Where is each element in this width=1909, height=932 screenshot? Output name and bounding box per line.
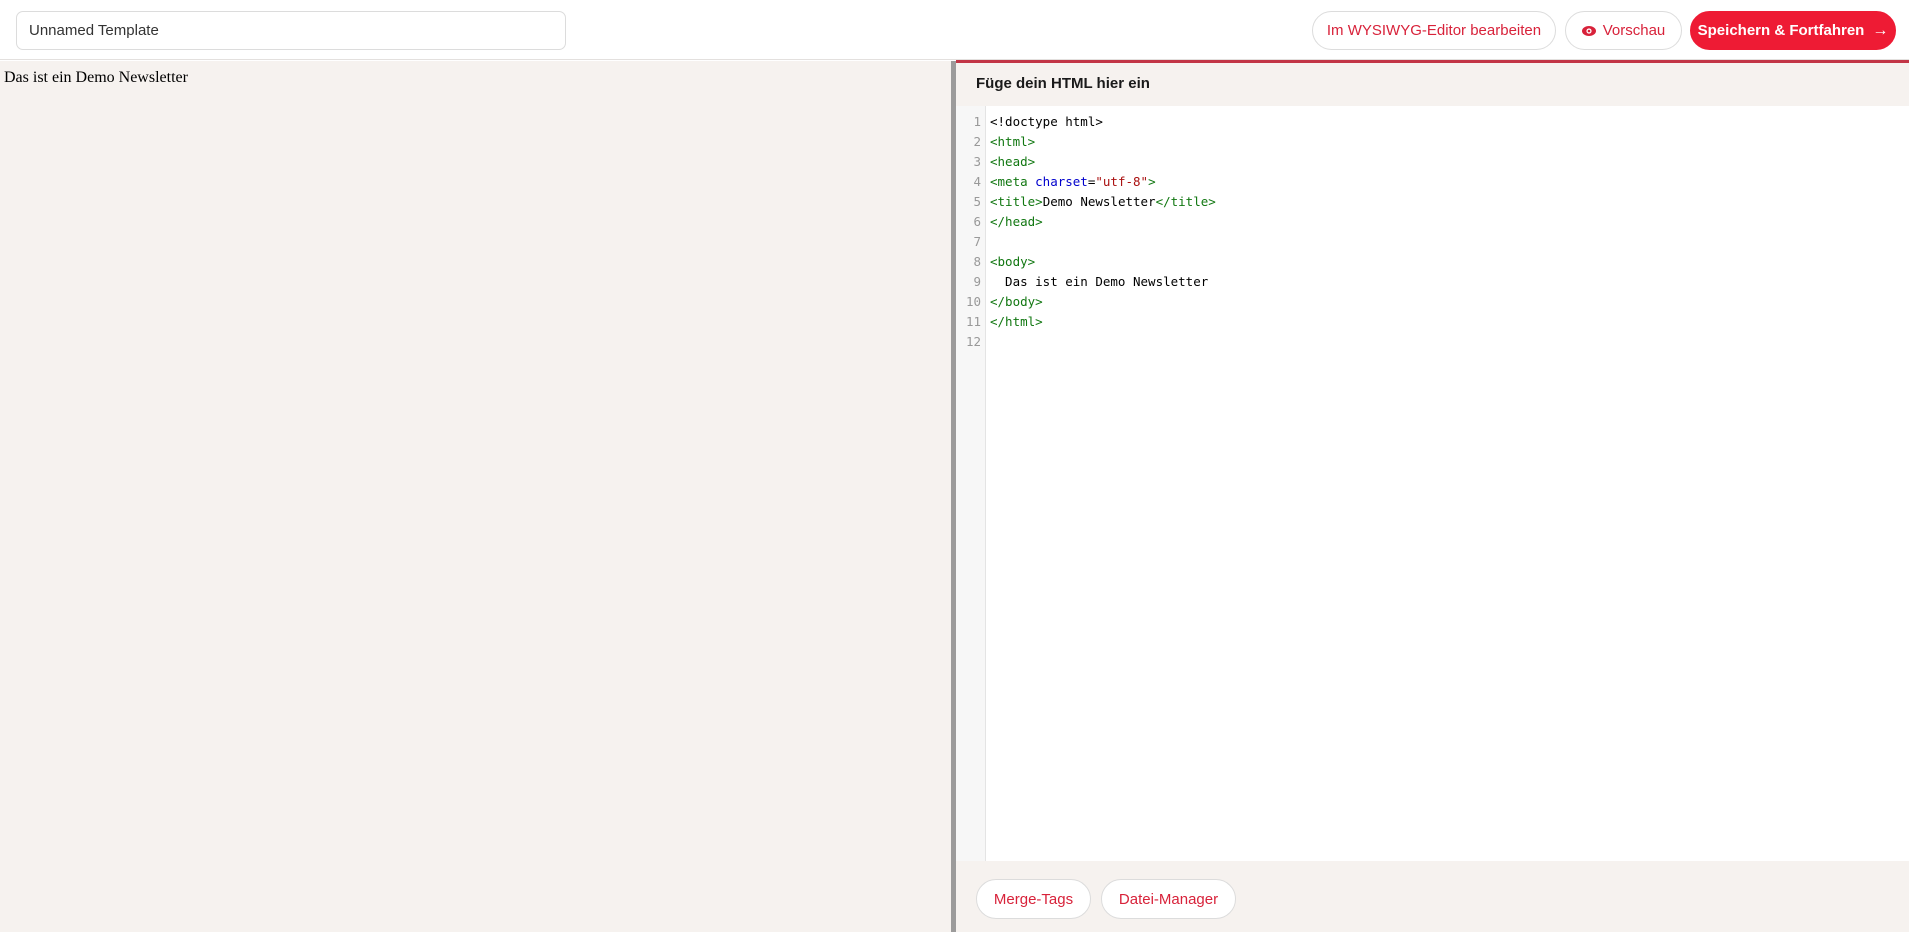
code-text: <title>Demo Newsletter</title> xyxy=(990,192,1216,212)
code-token: "utf-8" xyxy=(1095,174,1149,189)
code-line[interactable]: 2 <html> xyxy=(956,132,1909,152)
code-line[interactable]: 8 <body> xyxy=(956,252,1909,272)
code-token: <!doctype html> xyxy=(990,114,1103,129)
line-number: 1 xyxy=(973,114,981,129)
line-number: 12 xyxy=(965,334,981,349)
code-line[interactable]: 4 <meta charset="utf-8"> xyxy=(956,172,1909,192)
preview-label: Vorschau xyxy=(1602,22,1666,39)
preview-body-text: Das ist ein Demo Newsletter xyxy=(4,69,188,86)
code-text: <html> xyxy=(990,132,1035,152)
line-number: 2 xyxy=(973,134,981,149)
code-text: Das ist ein Demo Newsletter xyxy=(990,272,1208,292)
line-number: 8 xyxy=(973,254,981,269)
template-name-input[interactable] xyxy=(16,11,566,50)
line-number: 9 xyxy=(973,274,981,289)
code-text: <head> xyxy=(990,152,1035,172)
code-token: <title> xyxy=(990,194,1043,209)
preview-pane: Das ist ein Demo Newsletter xyxy=(0,61,951,932)
editor-footer: Merge-Tags Datei-Manager xyxy=(956,861,1909,932)
save-continue-label: Speichern & Fortfahren xyxy=(1697,22,1865,39)
line-number: 7 xyxy=(973,234,981,249)
code-line[interactable]: 10 </body> xyxy=(956,292,1909,312)
code-token: Das ist ein Demo Newsletter xyxy=(990,274,1209,289)
code-line[interactable]: 5 <title>Demo Newsletter</title> xyxy=(956,192,1909,212)
code-line[interactable]: 12 xyxy=(956,332,1909,352)
code-text: <meta charset="utf-8"> xyxy=(990,172,1156,192)
code-text: </body> xyxy=(990,292,1043,312)
wysiwyg-editor-button[interactable]: Im WYSIWYG-Editor bearbeiten xyxy=(1312,11,1556,50)
eye-icon xyxy=(1581,25,1596,36)
code-token: </title> xyxy=(1155,194,1216,209)
code-line[interactable]: 7 xyxy=(956,232,1909,252)
file-manager-label: Datei-Manager xyxy=(1118,890,1219,908)
code-line[interactable]: 1 <!doctype html> xyxy=(956,112,1909,132)
code-token: </head> xyxy=(990,214,1043,229)
line-number: 10 xyxy=(965,294,981,309)
code-line[interactable]: 9 Das ist ein Demo Newsletter xyxy=(956,272,1909,292)
code-token: > xyxy=(1148,174,1156,189)
code-editor[interactable]: 1 <!doctype html> 2 <html> 3 <head> 4 <meta cha… xyxy=(956,106,1909,861)
top-bar: Im WYSIWYG-Editor bearbeiten Vorschau Sp… xyxy=(0,0,1909,60)
preview-button[interactable]: Vorschau xyxy=(1565,11,1682,50)
code-line[interactable]: 11 </html> xyxy=(956,312,1909,332)
code-text: <!doctype html> xyxy=(990,112,1103,132)
arrow-right-icon: → xyxy=(1872,21,1889,39)
code-token: </html> xyxy=(990,314,1043,329)
wysiwyg-editor-label: Im WYSIWYG-Editor bearbeiten xyxy=(1326,22,1542,39)
save-continue-button[interactable]: Speichern & Fortfahren → xyxy=(1690,11,1896,50)
code-token: <head> xyxy=(990,154,1036,169)
code-token: </body> xyxy=(990,294,1043,309)
code-text: <body> xyxy=(990,252,1035,272)
code-token: <meta xyxy=(990,174,1036,189)
code-token: <body> xyxy=(990,254,1036,269)
merge-tags-label: Merge-Tags xyxy=(993,890,1074,908)
editor-title: Füge dein HTML hier ein xyxy=(976,75,1150,92)
code-text: </html> xyxy=(990,312,1043,332)
file-manager-button[interactable]: Datei-Manager xyxy=(1101,879,1236,919)
code-line[interactable]: 3 <head> xyxy=(956,152,1909,172)
line-number: 4 xyxy=(973,174,981,189)
code-line[interactable]: 6 </head> xyxy=(956,212,1909,232)
line-number: 5 xyxy=(973,194,981,209)
code-text: </head> xyxy=(990,212,1043,232)
html-editor-pane: Füge dein HTML hier ein 1 <!doctype html>… xyxy=(956,60,1909,932)
code-token: <html> xyxy=(990,134,1036,149)
line-number: 11 xyxy=(965,314,981,329)
line-number: 6 xyxy=(973,214,981,229)
line-number: 3 xyxy=(973,154,981,169)
code-token: Demo Newsletter xyxy=(1042,194,1156,209)
merge-tags-button[interactable]: Merge-Tags xyxy=(976,879,1091,919)
code-token: charset xyxy=(1035,174,1088,189)
